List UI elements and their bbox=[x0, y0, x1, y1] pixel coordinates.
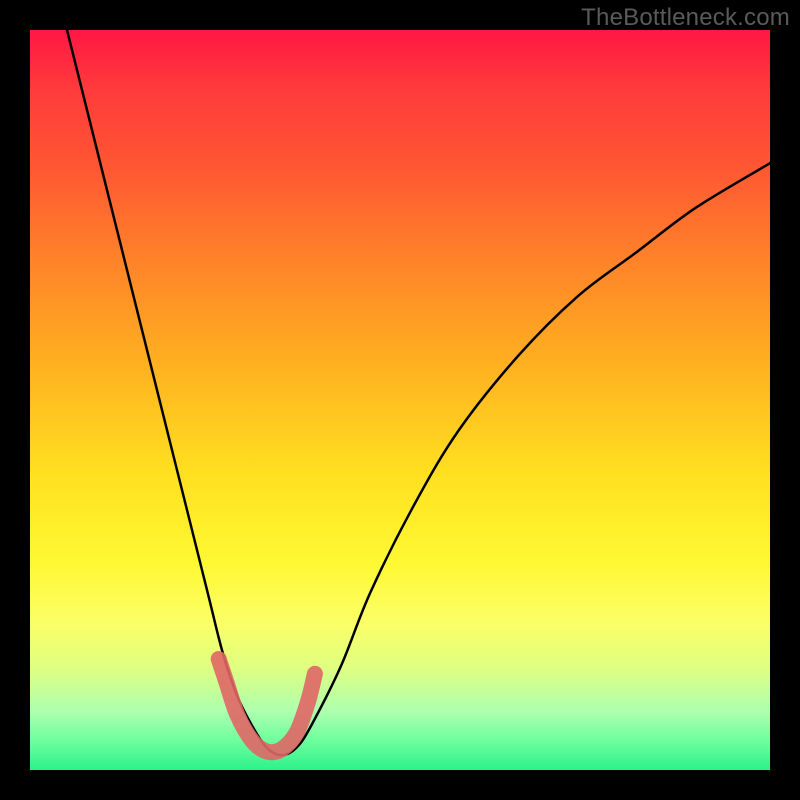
bottleneck-curve bbox=[67, 30, 770, 755]
valley-highlight bbox=[219, 659, 315, 752]
watermark-text: TheBottleneck.com bbox=[581, 4, 790, 32]
plot-area bbox=[30, 30, 770, 770]
curve-layer bbox=[30, 30, 770, 770]
chart-frame: TheBottleneck.com bbox=[0, 0, 800, 800]
